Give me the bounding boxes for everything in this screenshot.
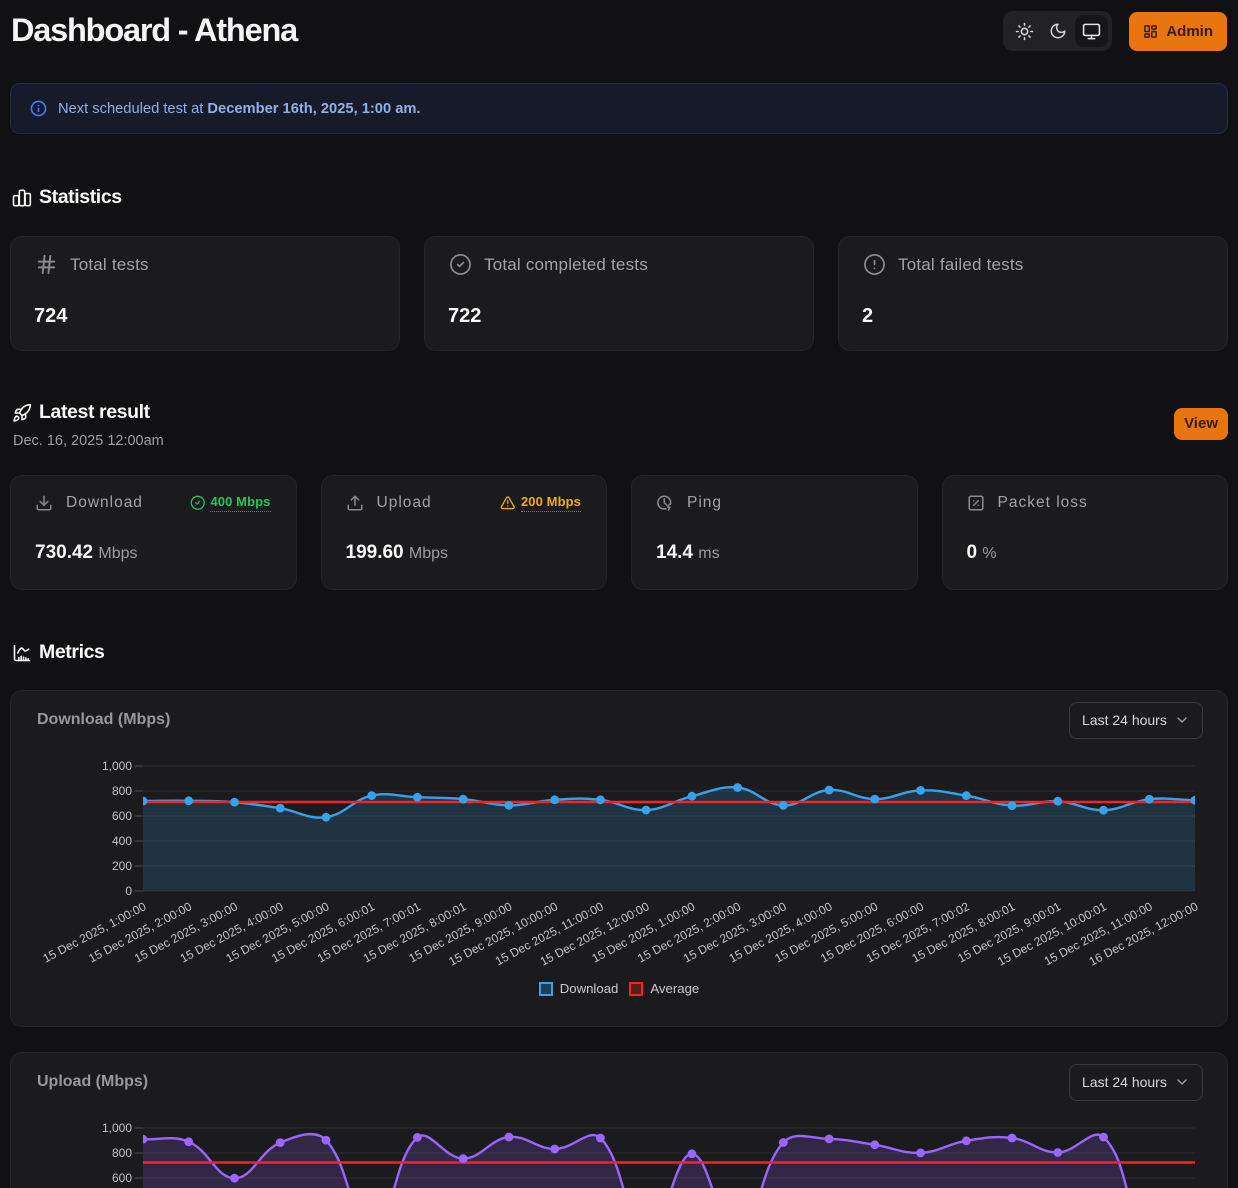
svg-text:1,000: 1,000: [102, 759, 132, 773]
svg-text:600: 600: [112, 1171, 132, 1185]
svg-text:800: 800: [112, 784, 132, 798]
svg-text:400: 400: [112, 834, 132, 848]
svg-text:200: 200: [112, 859, 132, 873]
svg-text:600: 600: [112, 809, 132, 823]
svg-text:0: 0: [125, 884, 132, 898]
svg-text:1,000: 1,000: [102, 1121, 132, 1135]
svg-text:800: 800: [112, 1146, 132, 1160]
